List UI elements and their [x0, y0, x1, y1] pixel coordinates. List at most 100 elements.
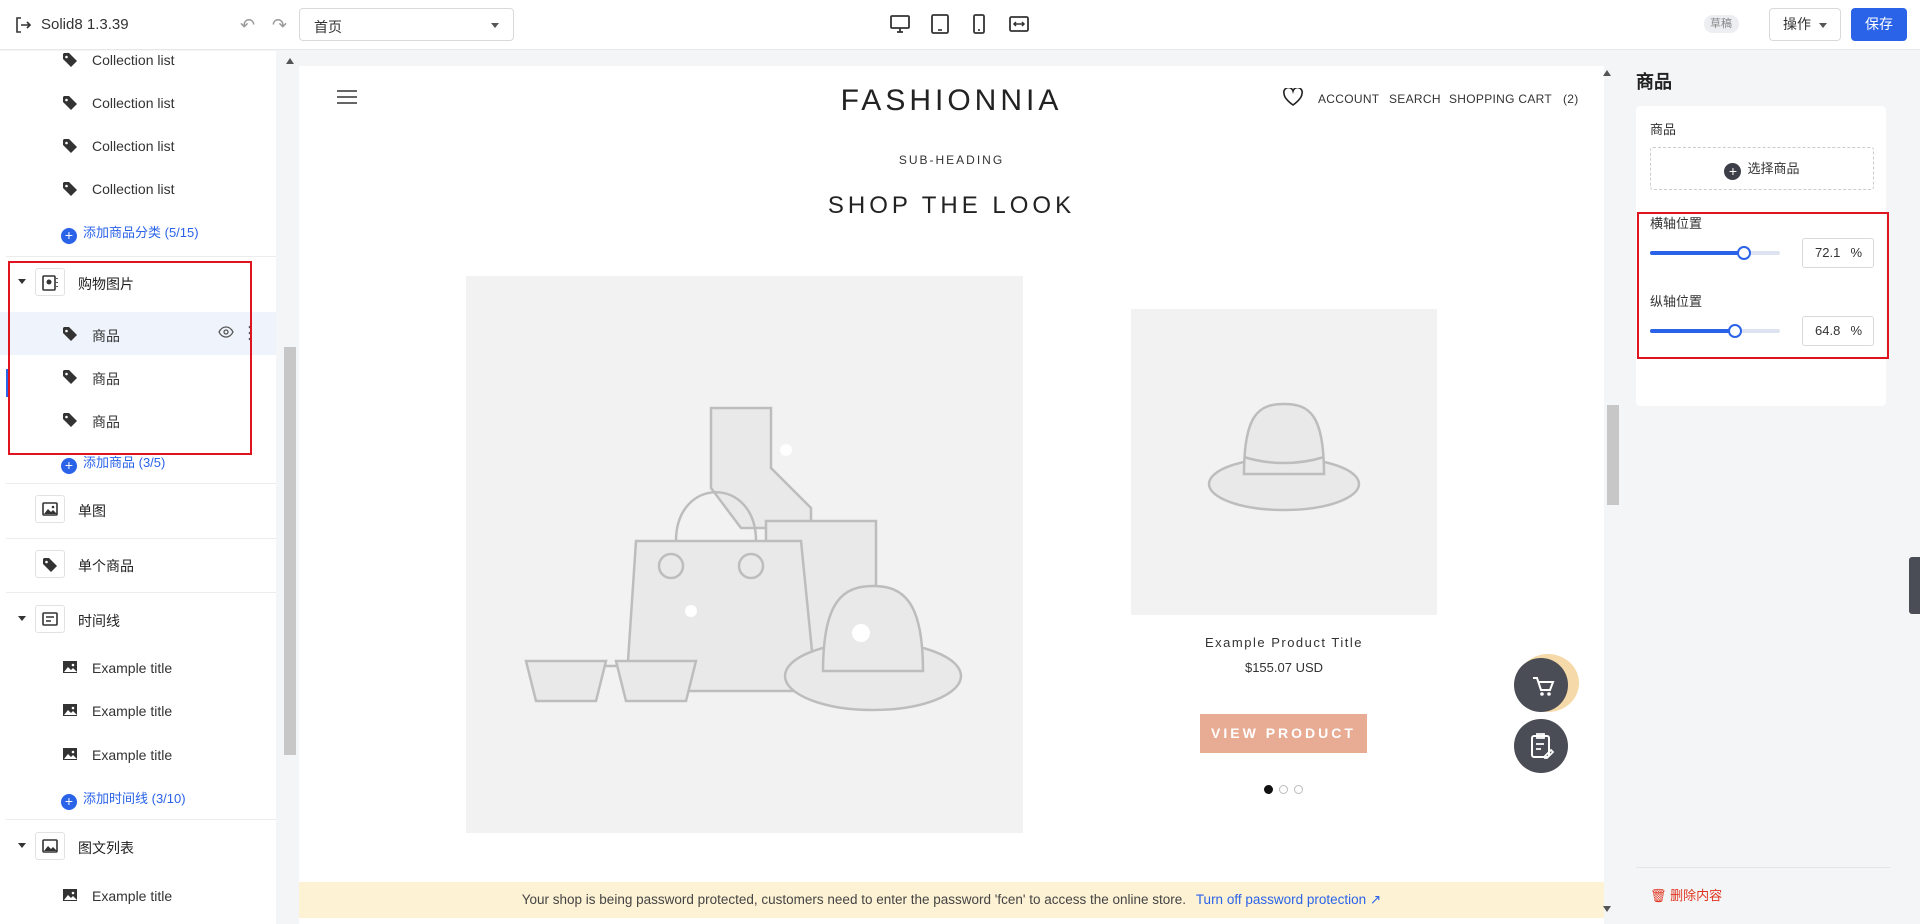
cart-fab-button[interactable] [1514, 658, 1568, 712]
section-title: SHOP THE LOOK [827, 192, 1076, 219]
unit-label: % [1850, 323, 1862, 338]
nav-search-link[interactable]: SEARCH [1389, 92, 1441, 106]
section-timeline[interactable]: 时间线 [0, 597, 276, 640]
cart-icon [1533, 677, 1555, 696]
product-price: $155.07 USD [1244, 660, 1324, 675]
add-product-button[interactable]: + 添加商品 (3/5) [61, 452, 165, 474]
sidebar-item-label: 商品 [92, 328, 120, 344]
heart-icon[interactable] [1283, 88, 1303, 106]
exit-icon[interactable] [14, 16, 32, 34]
tag-icon [63, 370, 77, 384]
section-label: 单图 [78, 503, 106, 519]
sidebar-item-product[interactable]: 商品 [0, 398, 276, 441]
undo-icon[interactable]: ↶ [240, 15, 255, 36]
store-preview: FASHIONNIA ACCOUNT SEARCH SHOPPING CART … [299, 66, 1604, 924]
mobile-view-icon[interactable] [968, 13, 990, 35]
sidebar-item-collection[interactable]: Collection list [0, 124, 276, 167]
image-icon [63, 704, 77, 716]
sidebar-item-image-text[interactable]: Example title [0, 874, 276, 917]
scroll-up-arrow[interactable] [1603, 70, 1611, 76]
product-image[interactable] [1131, 309, 1437, 615]
preview-scroll-thumb[interactable] [1607, 405, 1619, 505]
horizontal-slider-fill [1650, 251, 1743, 255]
drag-handle-icon[interactable] [248, 325, 252, 341]
horizontal-position-input[interactable]: 72.1% [1802, 238, 1874, 268]
shopping-image-icon [42, 275, 58, 291]
sidebar-item-product[interactable]: 商品 [0, 355, 276, 398]
add-collection-button[interactable]: + 添加商品分类 (5/15) [61, 222, 199, 244]
sidebar-item-timeline[interactable]: Example title [0, 689, 276, 732]
nav-cart-label: SHOPPING CART [1449, 92, 1553, 106]
sidebar-item-label: 商品 [92, 371, 120, 387]
look-image[interactable] [466, 276, 1023, 833]
sub-heading: SUB-HEADING [898, 153, 1005, 167]
sidebar-item-timeline[interactable]: Example title [0, 646, 276, 689]
scroll-up-arrow[interactable] [286, 58, 294, 64]
side-handle[interactable] [1909, 557, 1920, 614]
divider [1636, 867, 1890, 868]
section-label: 单个商品 [78, 558, 134, 574]
timeline-icon [42, 612, 58, 626]
sidebar-item-collection[interactable]: Collection list [0, 81, 276, 124]
sidebar-item-timeline[interactable]: Example title [0, 733, 276, 776]
image-icon [63, 748, 77, 760]
sidebar-scroll-thumb[interactable] [284, 347, 296, 755]
tag-icon [63, 327, 77, 341]
hat-illustration [1207, 402, 1361, 512]
section-image-text-list[interactable]: 图文列表 [0, 824, 276, 867]
carousel-dot-2[interactable] [1279, 785, 1288, 794]
vertical-slider-knob[interactable] [1728, 324, 1742, 338]
fullscreen-icon[interactable] [1008, 13, 1030, 35]
horizontal-value: 72.1 [1815, 245, 1841, 260]
horizontal-slider-knob[interactable] [1737, 246, 1751, 260]
operations-button[interactable]: 操作 [1769, 8, 1841, 41]
nav-account-link[interactable]: ACCOUNT [1318, 92, 1379, 106]
turn-off-password-link[interactable]: Turn off password protection ↗ [1196, 892, 1381, 907]
sidebar-item-collection[interactable]: Collection list [0, 167, 276, 210]
password-banner: Your shop is being password protected, c… [299, 882, 1604, 918]
desktop-view-icon[interactable] [889, 13, 911, 35]
trash-icon: 🗑 [1650, 888, 1667, 903]
carousel-dot-1[interactable] [1264, 785, 1273, 794]
add-timeline-button[interactable]: + 添加时间线 (3/10) [61, 788, 186, 810]
eye-icon[interactable] [218, 325, 234, 339]
redo-icon[interactable]: ↷ [272, 15, 287, 36]
operations-label: 操作 [1783, 16, 1811, 32]
divider [6, 256, 276, 257]
section-icon-box [35, 268, 65, 296]
image-icon [63, 889, 77, 901]
section-shopping-image[interactable]: 购物图片 [0, 260, 276, 303]
plus-icon: + [61, 794, 77, 810]
page-select[interactable]: 首页 [299, 8, 514, 41]
scroll-down-arrow[interactable] [1603, 906, 1611, 912]
collapse-icon[interactable] [18, 616, 26, 621]
nav-cart-link[interactable]: SHOPPING CART (2) [1449, 92, 1579, 106]
collapse-icon[interactable] [18, 843, 26, 848]
sidebar-item-label: Example title [92, 888, 173, 904]
external-link-icon: ↗ [1369, 892, 1382, 907]
page-select-value: 首页 [314, 19, 342, 35]
image-icon [42, 839, 58, 853]
carousel-dot-3[interactable] [1294, 785, 1303, 794]
delete-content-button[interactable]: 🗑 删除内容 [1650, 885, 1722, 904]
sidebar-item-product[interactable]: 商品 [0, 312, 276, 355]
tablet-view-icon[interactable] [929, 13, 951, 35]
section-label: 图文列表 [78, 840, 134, 856]
section-single-product[interactable]: 单个商品 [0, 542, 276, 585]
view-product-button[interactable]: VIEW PRODUCT [1200, 714, 1367, 753]
clipboard-fab-button[interactable] [1514, 719, 1568, 773]
tag-icon [43, 558, 57, 572]
save-button[interactable]: 保存 [1851, 8, 1907, 41]
product-title[interactable]: Example Product Title [1131, 635, 1437, 650]
horizontal-position-label: 横轴位置 [1650, 216, 1703, 231]
divider [6, 592, 276, 593]
section-single-image[interactable]: 单图 [0, 487, 276, 530]
choose-product-button[interactable]: + 选择商品 [1650, 147, 1874, 190]
choose-product-label: 选择商品 [1747, 161, 1800, 176]
add-collection-label: 添加商品分类 (5/15) [83, 225, 199, 240]
vertical-position-input[interactable]: 64.8% [1802, 316, 1874, 346]
chevron-down-icon [491, 23, 499, 28]
sidebar-item-collection[interactable]: Collection list [0, 51, 276, 81]
collapse-icon[interactable] [18, 279, 26, 284]
divider [6, 483, 276, 484]
